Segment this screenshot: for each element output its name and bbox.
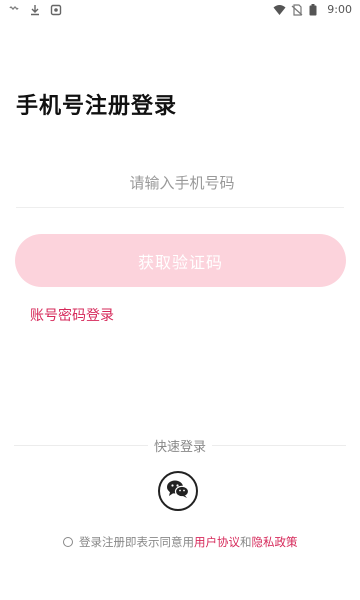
notification-icon [8, 4, 20, 16]
app-icon [50, 4, 62, 16]
password-login-link[interactable]: 账号密码登录 [30, 305, 114, 325]
status-bar: 9:00 [0, 0, 360, 22]
input-underline [16, 207, 344, 208]
get-verification-code-button[interactable]: 获取验证码 [15, 234, 346, 287]
no-sim-icon [291, 3, 303, 16]
page-title: 手机号注册登录 [16, 94, 178, 119]
agreement-row: 登录注册即表示同意用 用户协议和隐私政策 [63, 534, 298, 550]
quick-login-divider: 快速登录 [14, 436, 346, 456]
user-agreement-link[interactable]: 用户协议 [194, 534, 240, 550]
wechat-icon [166, 479, 190, 503]
phone-number-input[interactable] [16, 162, 348, 204]
quick-login-label: 快速登录 [147, 436, 213, 455]
status-right-icons: 9:00 [273, 3, 352, 16]
agreement-prefix: 登录注册即表示同意用 [79, 535, 194, 549]
status-time: 9:00 [327, 3, 352, 16]
agreement-and: 和 [240, 535, 252, 549]
wechat-login-button[interactable] [158, 471, 198, 511]
privacy-policy-link[interactable]: 隐私政策 [252, 534, 298, 550]
battery-icon [309, 3, 321, 16]
download-icon [29, 4, 41, 16]
agreement-checkbox[interactable] [63, 537, 73, 547]
wifi-icon [273, 4, 286, 16]
status-left-icons [8, 4, 62, 16]
